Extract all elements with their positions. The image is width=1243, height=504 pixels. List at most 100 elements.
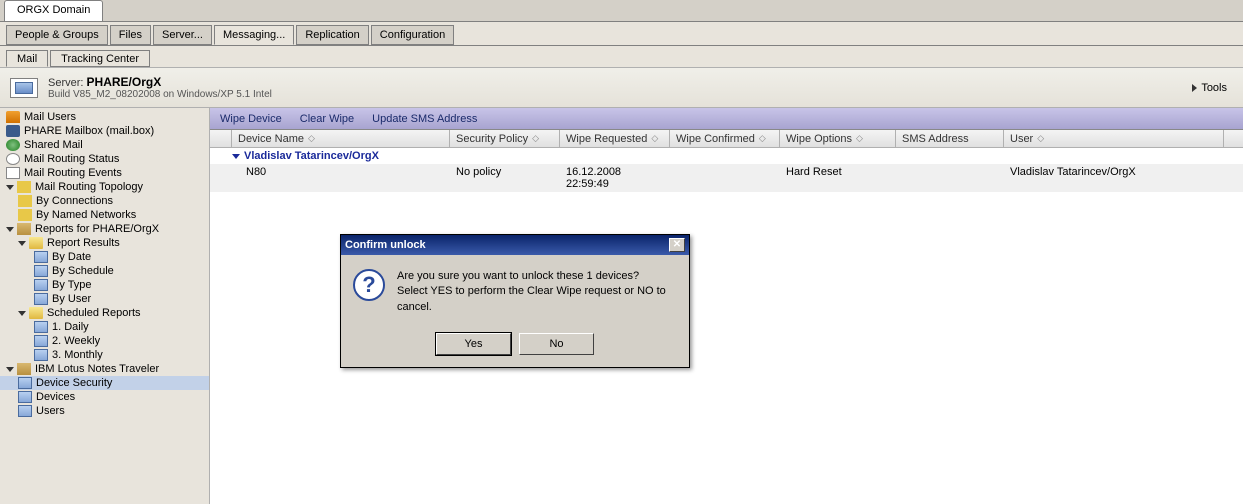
sidebar-item[interactable]: Scheduled Reports (0, 306, 209, 320)
sidebar-item-label: By Date (52, 251, 91, 263)
sidebar-item[interactable]: By Named Networks (0, 208, 209, 222)
module-tab[interactable]: People & Groups (6, 25, 108, 45)
server-build: Build V85_M2_08202008 on Windows/XP 5.1 … (48, 89, 1186, 100)
sidebar-item[interactable]: By Date (0, 250, 209, 264)
sidebar: Mail UsersPHARE Mailbox (mail.box)Shared… (0, 108, 210, 504)
column-header[interactable]: Wipe Requested◇ (560, 130, 670, 147)
sidebar-item-label: Mail Routing Topology (35, 181, 143, 193)
sidebar-item-label: Mail Routing Events (24, 167, 122, 179)
sidebar-item[interactable]: Devices (0, 390, 209, 404)
action-link[interactable]: Clear Wipe (300, 113, 354, 125)
table-header: Device Name◇Security Policy◇Wipe Request… (210, 130, 1243, 148)
module-tab[interactable]: Messaging... (214, 25, 294, 45)
cell (670, 165, 780, 191)
sidebar-item[interactable]: 3. Monthly (0, 348, 209, 362)
sidebar-item-label: Devices (36, 391, 75, 403)
cell: Hard Reset (780, 165, 896, 191)
sidebar-item-label: Scheduled Reports (47, 307, 141, 319)
sidebar-item[interactable]: Mail Users (0, 110, 209, 124)
sidebar-item-label: Report Results (47, 237, 120, 249)
server-icon (10, 78, 38, 98)
module-tab[interactable]: Files (110, 25, 151, 45)
question-icon: ? (353, 269, 385, 301)
sidebar-item[interactable]: By Schedule (0, 264, 209, 278)
chevron-down-icon (18, 241, 26, 246)
sidebar-item[interactable]: 2. Weekly (0, 334, 209, 348)
sidebar-item-label: By Connections (36, 195, 113, 207)
sidebar-item[interactable]: By User (0, 292, 209, 306)
no-button[interactable]: No (519, 333, 594, 355)
sidebar-item[interactable]: Mail Routing Topology (0, 180, 209, 194)
sidebar-item[interactable]: Reports for PHARE/OrgX (0, 222, 209, 236)
sidebar-item-label: Reports for PHARE/OrgX (35, 223, 159, 235)
category-label: Vladislav Tatarincev/OrgX (244, 150, 379, 162)
sidebar-item-label: By Named Networks (36, 209, 136, 221)
grid-icon (18, 405, 32, 417)
tools-button[interactable]: Tools (1186, 80, 1233, 96)
cell: No policy (450, 165, 560, 191)
sub-tab[interactable]: Mail (6, 50, 48, 67)
sidebar-item-label: 1. Daily (52, 321, 89, 333)
db-icon (6, 125, 20, 137)
action-bar: Wipe Device Clear Wipe Update SMS Address (210, 108, 1243, 130)
folder-icon (29, 307, 43, 319)
cell (896, 165, 1004, 191)
sidebar-item[interactable]: By Type (0, 278, 209, 292)
sort-icon: ◇ (856, 133, 863, 144)
sidebar-item-label: PHARE Mailbox (mail.box) (24, 125, 154, 137)
grid-icon (34, 321, 48, 333)
doc-icon (6, 167, 20, 179)
folder-icon (29, 237, 43, 249)
module-tab[interactable]: Configuration (371, 25, 454, 45)
column-header[interactable]: Security Policy◇ (450, 130, 560, 147)
table-row[interactable]: N80No policy16.12.200822:59:49 Hard Reset… (210, 164, 1243, 192)
grid-icon (34, 349, 48, 361)
cell: 16.12.200822:59:49 (560, 165, 670, 191)
chevron-down-icon (6, 227, 14, 232)
net-icon (17, 181, 31, 193)
sidebar-item-label: 3. Monthly (52, 349, 103, 361)
book-icon (17, 363, 31, 375)
confirm-dialog: Confirm unlock ✕ ? Are you sure you want… (340, 234, 690, 368)
column-header[interactable]: User◇ (1004, 130, 1224, 147)
net-icon (18, 209, 32, 221)
column-header[interactable]: SMS Address (896, 130, 1004, 147)
sidebar-item[interactable]: Mail Routing Status (0, 152, 209, 166)
sub-tab-bar: MailTracking Center (0, 46, 1243, 68)
clock-icon (6, 153, 20, 165)
domain-tab-bar: ORGX Domain (0, 0, 1243, 22)
action-link[interactable]: Update SMS Address (372, 113, 477, 125)
server-header: Server: PHARE/OrgX Build V85_M2_08202008… (0, 68, 1243, 108)
dialog-line2: Select YES to perform the Clear Wipe req… (397, 284, 677, 315)
sidebar-item[interactable]: Report Results (0, 236, 209, 250)
dialog-line1: Are you sure you want to unlock these 1 … (397, 269, 677, 284)
category-row[interactable]: Vladislav Tatarincev/OrgX (210, 148, 1243, 164)
domain-tab[interactable]: ORGX Domain (4, 0, 103, 21)
action-link[interactable]: Wipe Device (220, 113, 282, 125)
device-table: Device Name◇Security Policy◇Wipe Request… (210, 130, 1243, 192)
sidebar-item[interactable]: 1. Daily (0, 320, 209, 334)
sidebar-item[interactable]: By Connections (0, 194, 209, 208)
sidebar-item[interactable]: IBM Lotus Notes Traveler (0, 362, 209, 376)
close-button[interactable]: ✕ (669, 238, 685, 252)
sidebar-item[interactable]: Mail Routing Events (0, 166, 209, 180)
sub-tab[interactable]: Tracking Center (50, 50, 150, 67)
yes-button[interactable]: Yes (436, 333, 511, 355)
sidebar-item[interactable]: Device Security (0, 376, 209, 390)
sidebar-item[interactable]: Users (0, 404, 209, 418)
server-label: Server: (48, 77, 83, 89)
chevron-right-icon (1192, 84, 1197, 92)
sidebar-item-label: By Schedule (52, 265, 114, 277)
sidebar-item[interactable]: Shared Mail (0, 138, 209, 152)
column-header[interactable]: Wipe Options◇ (780, 130, 896, 147)
sidebar-item-label: Mail Routing Status (24, 153, 119, 165)
column-header[interactable]: Wipe Confirmed◇ (670, 130, 780, 147)
sidebar-item-label: By User (52, 293, 91, 305)
column-header[interactable]: Device Name◇ (232, 130, 450, 147)
dialog-message: Are you sure you want to unlock these 1 … (397, 269, 677, 315)
module-tab[interactable]: Replication (296, 25, 368, 45)
cell: N80 (232, 165, 450, 191)
sidebar-item[interactable]: PHARE Mailbox (mail.box) (0, 124, 209, 138)
dialog-title: Confirm unlock (345, 239, 669, 251)
module-tab[interactable]: Server... (153, 25, 212, 45)
